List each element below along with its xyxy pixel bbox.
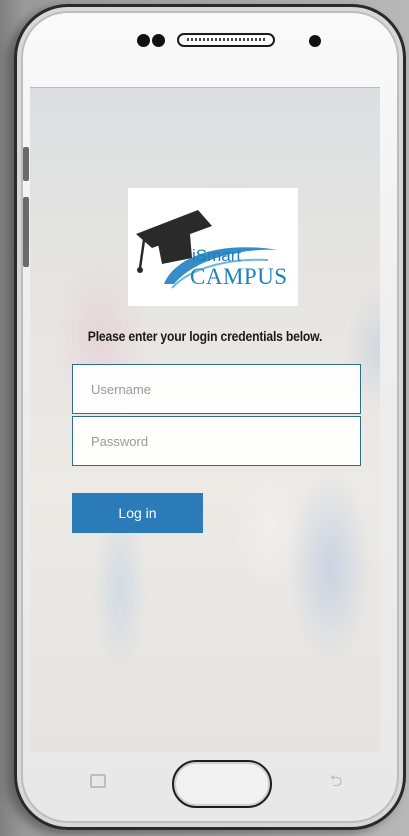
front-camera <box>309 35 321 47</box>
earpiece-speaker <box>177 33 275 47</box>
recent-apps-icon[interactable] <box>90 774 106 788</box>
app-logo: iSmart CAMPUS <box>128 188 298 306</box>
login-button[interactable]: Log in <box>72 493 203 533</box>
logo-text-campus: CAMPUS <box>190 264 288 289</box>
front-sensor-dot <box>152 34 165 47</box>
phone-top-bezel <box>17 25 403 65</box>
app-screen: iSmart CAMPUS Please enter your login cr… <box>30 87 380 752</box>
logo-text-ismart: iSmart <box>192 246 242 265</box>
username-input[interactable] <box>72 364 361 414</box>
front-sensor-dot <box>137 34 150 47</box>
android-nav-bar: ⮌ <box>30 752 380 808</box>
back-icon[interactable]: ⮌ <box>324 774 348 790</box>
login-instruction: Please enter your login credentials belo… <box>87 329 323 344</box>
home-button[interactable] <box>172 760 272 808</box>
volume-down-button <box>23 197 29 267</box>
password-input[interactable] <box>72 416 361 466</box>
volume-up-button <box>23 147 29 181</box>
stage: iSmart CAMPUS Please enter your login cr… <box>0 0 409 836</box>
